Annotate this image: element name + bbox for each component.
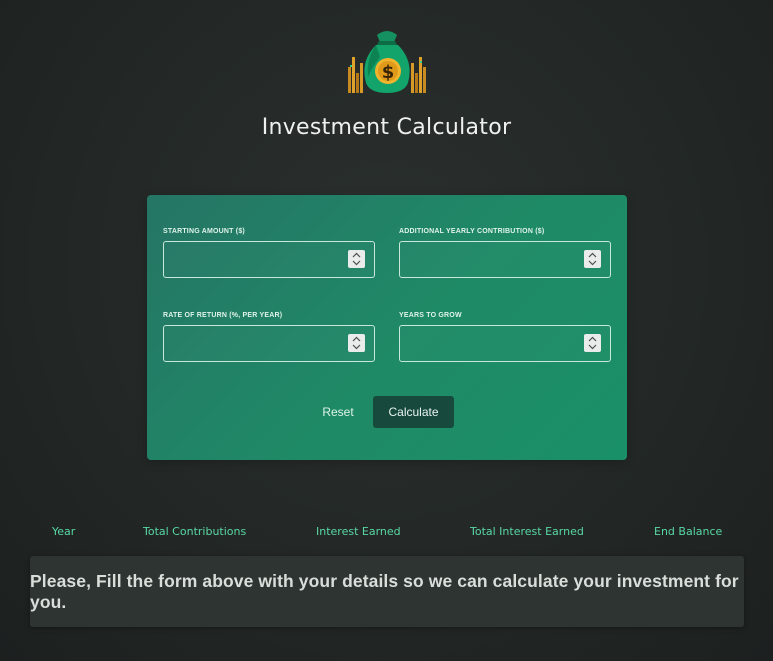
column-header-end-balance: End Balance bbox=[654, 525, 723, 538]
starting-amount-box bbox=[163, 241, 375, 278]
years-to-grow-input[interactable] bbox=[400, 326, 590, 359]
starting-amount-label: STARTING AMOUNT ($) bbox=[163, 228, 245, 235]
empty-state-text: Please, Fill the form above with your de… bbox=[30, 570, 739, 612]
starting-amount-stepper[interactable] bbox=[348, 250, 365, 268]
page-title: Investment Calculator bbox=[261, 115, 512, 140]
calculate-button[interactable]: Calculate bbox=[373, 396, 454, 428]
years-to-grow-field: YEARS TO GROW bbox=[399, 312, 611, 362]
years-to-grow-box bbox=[399, 325, 611, 362]
column-header-total-contributions: Total Contributions bbox=[143, 525, 247, 538]
yearly-contribution-label: ADDITIONAL YEARLY CONTRIBUTION ($) bbox=[399, 228, 545, 235]
years-to-grow-label: YEARS TO GROW bbox=[399, 312, 462, 319]
yearly-contribution-box bbox=[399, 241, 611, 278]
rate-of-return-box bbox=[163, 325, 375, 362]
form-actions: Reset Calculate bbox=[147, 396, 627, 428]
money-bag-icon: $ bbox=[346, 27, 428, 95]
yearly-contribution-input[interactable] bbox=[400, 242, 590, 275]
investment-form: STARTING AMOUNT ($) ADDITIONAL YEARLY CO… bbox=[147, 195, 627, 460]
column-header-year: Year bbox=[52, 525, 76, 538]
reset-button[interactable]: Reset bbox=[316, 396, 360, 428]
starting-amount-field: STARTING AMOUNT ($) bbox=[163, 228, 375, 278]
results-table-header: Year Total Contributions Interest Earned… bbox=[0, 525, 773, 541]
years-to-grow-stepper[interactable] bbox=[584, 334, 601, 352]
rate-of-return-input[interactable] bbox=[164, 326, 354, 359]
rate-of-return-field: RATE OF RETURN (%, PER YEAR) bbox=[163, 312, 375, 362]
svg-text:$: $ bbox=[382, 62, 395, 83]
rate-of-return-label: RATE OF RETURN (%, PER YEAR) bbox=[163, 312, 283, 319]
empty-state-message: Please, Fill the form above with your de… bbox=[30, 556, 744, 627]
column-header-total-interest-earned: Total Interest Earned bbox=[470, 525, 584, 538]
yearly-contribution-stepper[interactable] bbox=[584, 250, 601, 268]
rate-of-return-stepper[interactable] bbox=[348, 334, 365, 352]
column-header-interest-earned: Interest Earned bbox=[316, 525, 401, 538]
starting-amount-input[interactable] bbox=[164, 242, 354, 275]
yearly-contribution-field: ADDITIONAL YEARLY CONTRIBUTION ($) bbox=[399, 228, 611, 278]
